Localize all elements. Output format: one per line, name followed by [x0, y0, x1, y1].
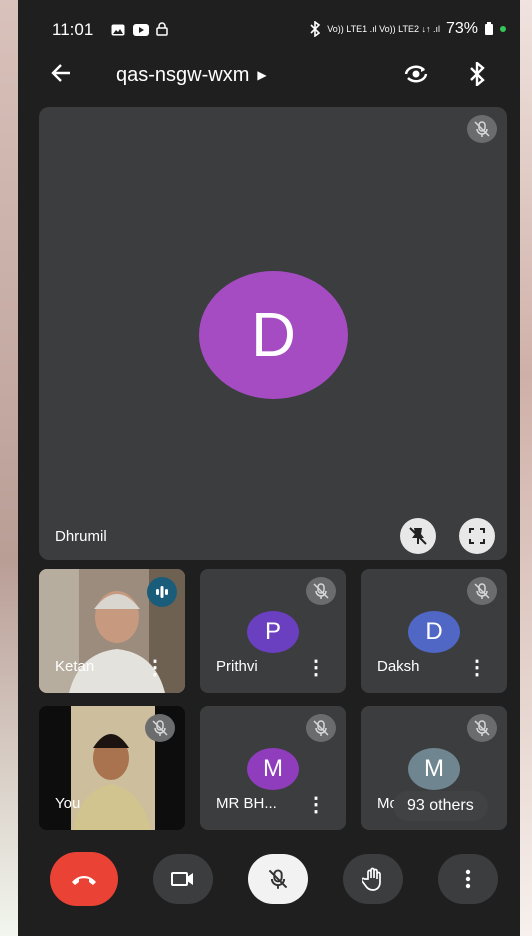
bluetooth-icon [310, 21, 321, 37]
main-avatar-letter: D [251, 300, 296, 370]
mic-off-icon [268, 869, 288, 889]
mic-off-badge [467, 577, 497, 605]
mic-off-badge [467, 714, 497, 742]
video-camera-icon [171, 872, 193, 886]
lock-icon [156, 22, 168, 36]
switch-camera-icon [404, 65, 428, 83]
avatar-letter: P [264, 618, 281, 645]
raise-hand-icon [362, 867, 381, 891]
mic-off-icon [474, 720, 490, 736]
participant-tile-ketan[interactable]: Ketan ⋮ [39, 569, 185, 693]
mic-off-icon [474, 583, 490, 599]
background-left [0, 0, 18, 936]
speaking-indicator [147, 577, 177, 607]
more-options-button[interactable] [438, 854, 498, 904]
participant-avatar: M [247, 748, 299, 790]
mic-toggle-button[interactable] [248, 854, 308, 904]
audio-wave-icon [156, 586, 168, 598]
participant-name: Prithvi [216, 658, 258, 675]
youtube-icon [132, 24, 149, 36]
arrow-back-icon [51, 64, 70, 82]
participant-tile-others[interactable]: M Mo 93 others [361, 706, 507, 830]
battery-percent: 73% [445, 20, 478, 37]
participant-menu-button[interactable]: ⋮ [145, 655, 165, 679]
bluetooth-icon [470, 60, 485, 88]
meet-screen: 11:01 Vo)) LTE1 .ıl Vo)) LTE2 ↓↑ .ıl 73%… [18, 0, 520, 936]
notification-dot-icon [500, 26, 506, 32]
participant-tile-daksh[interactable]: D Daksh ⋮ [361, 569, 507, 693]
fullscreen-icon [469, 528, 485, 544]
switch-camera-button[interactable] [402, 62, 430, 91]
end-call-button[interactable] [50, 852, 118, 906]
audio-output-button[interactable] [468, 60, 486, 91]
status-bar: 11:01 Vo)) LTE1 .ıl Vo)) LTE2 ↓↑ .ıl 73% [18, 0, 520, 54]
hang-up-icon [72, 876, 96, 885]
participant-name: MR BH... [216, 795, 277, 812]
battery-icon [485, 22, 493, 35]
participant-avatar: M [408, 748, 460, 790]
avatar-letter: D [425, 618, 443, 645]
camera-toggle-button[interactable] [153, 854, 213, 904]
mic-off-badge [306, 714, 336, 742]
mic-off-badge [306, 577, 336, 605]
meeting-code: qas-nsgw-wxm [116, 64, 250, 86]
meeting-title[interactable]: qas-nsgw-wxm ▶ [116, 64, 267, 87]
participant-tile-prithvi[interactable]: P Prithvi ⋮ [200, 569, 346, 693]
avatar-letter: M [424, 755, 444, 782]
fullscreen-button[interactable] [459, 518, 495, 554]
participant-avatar: P [247, 611, 299, 653]
status-time: 11:01 [52, 20, 94, 39]
gallery-icon [111, 24, 125, 36]
network-text: Vo)) LTE1 .ıl Vo)) LTE2 ↓↑ .ıl [327, 24, 440, 34]
participant-tile-you[interactable]: You [39, 706, 185, 830]
mic-off-icon [313, 583, 329, 599]
mic-off-badge [145, 714, 175, 742]
pin-off-icon [409, 527, 427, 545]
participant-tile-mr-bh[interactable]: M MR BH... ⋮ [200, 706, 346, 830]
top-bar: qas-nsgw-wxm ▶ [18, 54, 520, 98]
participant-menu-button[interactable]: ⋮ [306, 792, 326, 816]
mic-off-icon [474, 121, 490, 137]
mic-off-icon [152, 720, 168, 736]
main-participant-name: Dhrumil [55, 528, 107, 545]
participant-menu-button[interactable]: ⋮ [306, 655, 326, 679]
participant-name: Daksh [377, 658, 420, 675]
main-participant-tile[interactable]: D Dhrumil [39, 107, 507, 560]
avatar-letter: M [263, 755, 283, 782]
unpin-button[interactable] [400, 518, 436, 554]
status-right: Vo)) LTE1 .ıl Vo)) LTE2 ↓↑ .ıl 73% [309, 20, 506, 38]
participant-avatar: D [408, 611, 460, 653]
background-right [520, 0, 532, 936]
caret-right-icon: ▶ [257, 68, 267, 82]
mic-off-badge [467, 115, 497, 143]
main-avatar: D [199, 271, 348, 399]
mic-off-icon [313, 720, 329, 736]
call-controls [18, 846, 520, 916]
participant-name: You [55, 795, 81, 812]
participant-menu-button[interactable]: ⋮ [467, 655, 487, 679]
raise-hand-button[interactable] [343, 854, 403, 904]
notification-icons [111, 22, 168, 39]
back-button[interactable] [50, 62, 72, 88]
more-vert-icon [465, 869, 471, 889]
others-count-chip[interactable]: 93 others [393, 791, 488, 821]
participant-name: Ketan [55, 658, 95, 675]
